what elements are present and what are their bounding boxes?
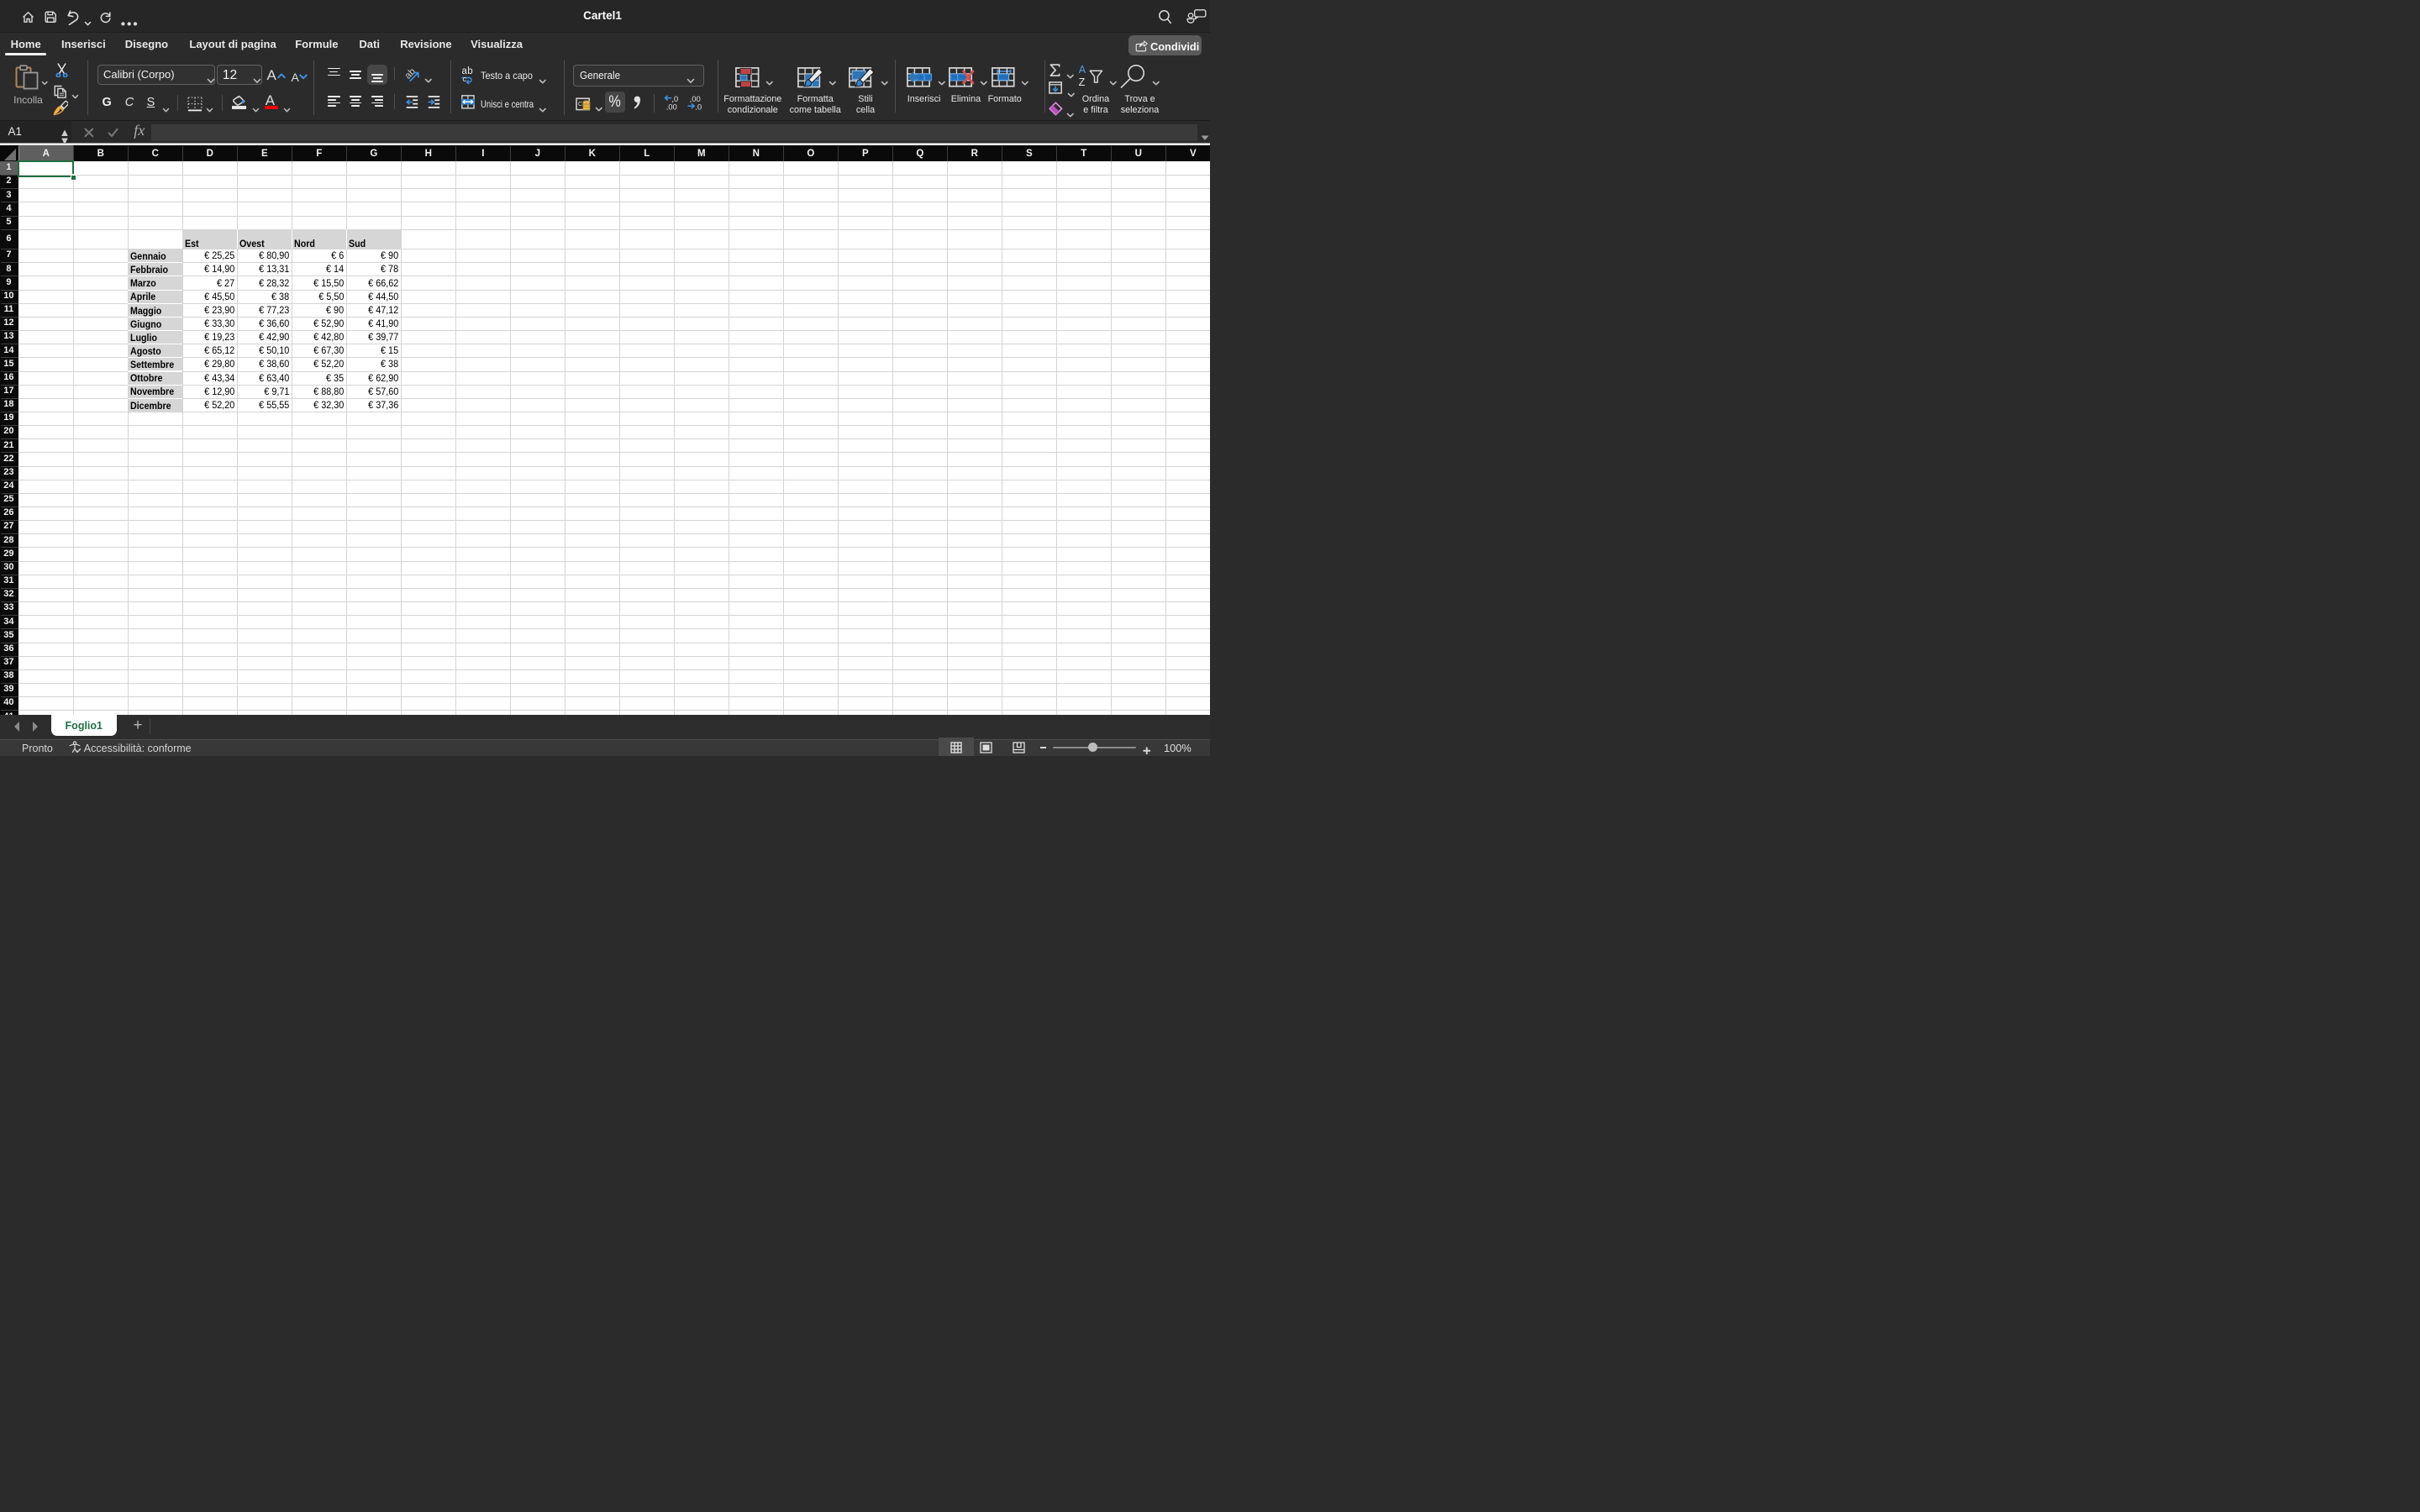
svg-text:,0: ,0: [696, 103, 702, 111]
svg-text:,00: ,00: [666, 103, 676, 111]
